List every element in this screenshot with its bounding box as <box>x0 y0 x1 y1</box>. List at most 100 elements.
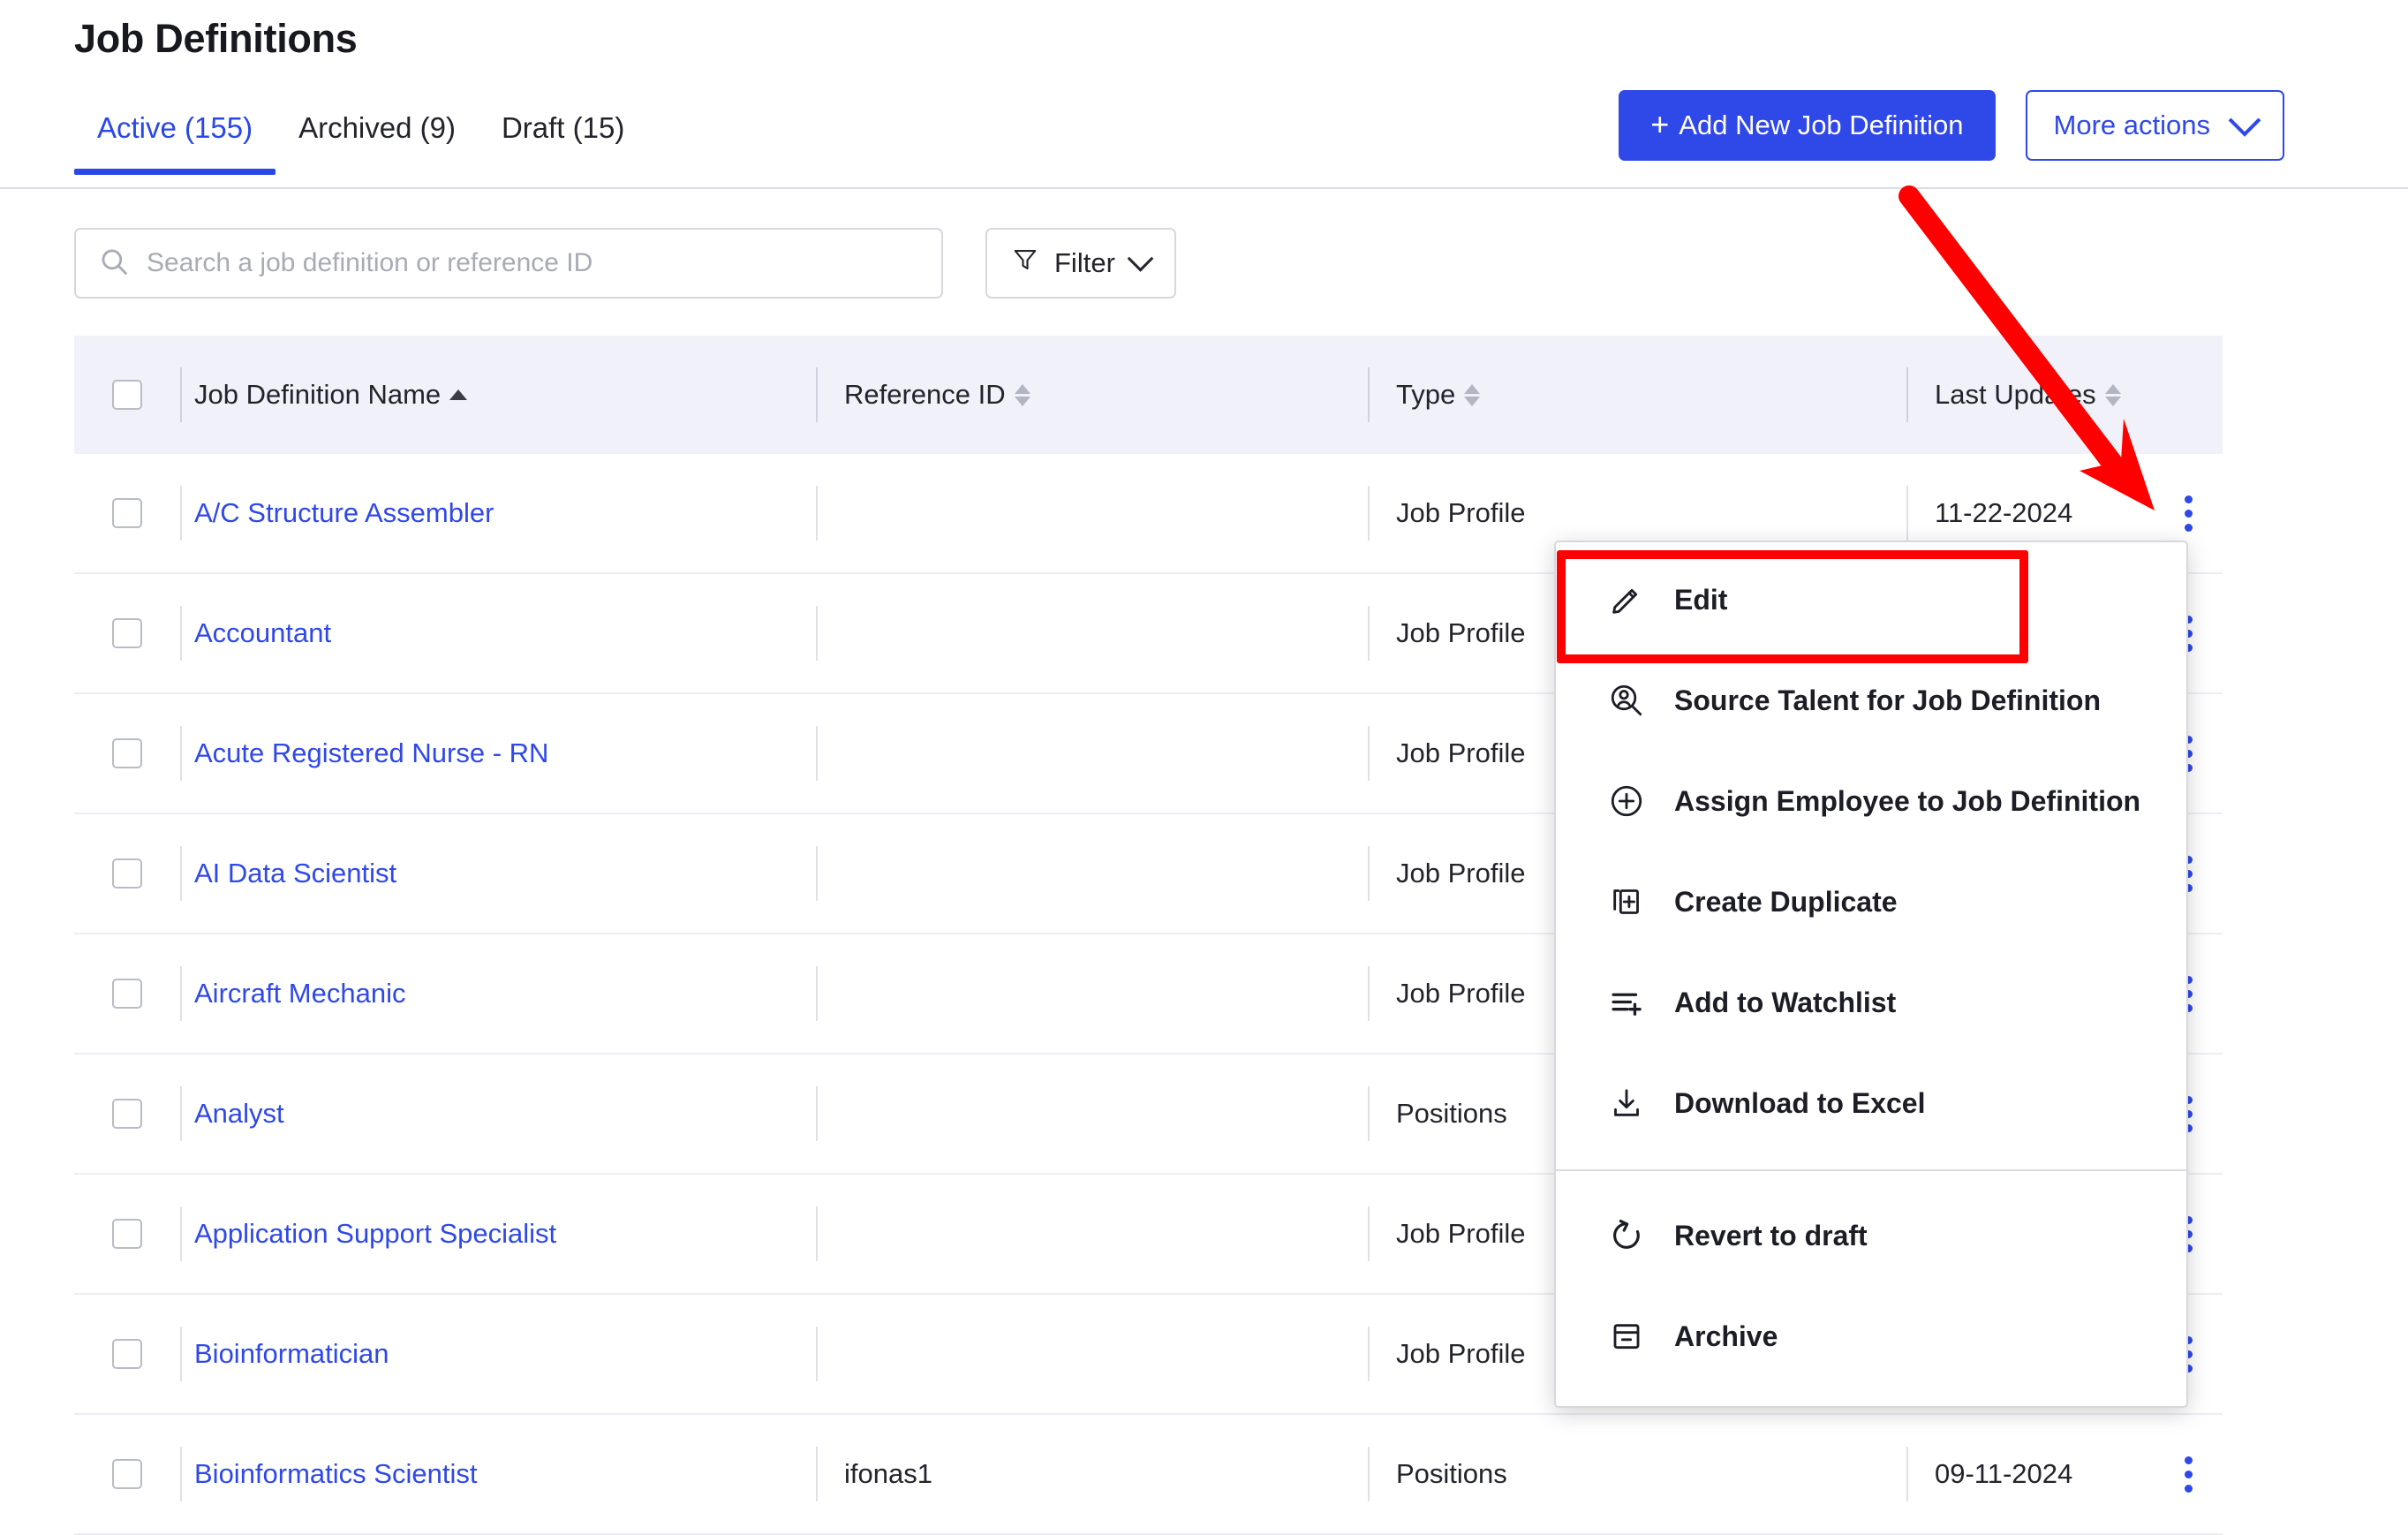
search-row: Filter <box>74 228 1176 299</box>
row-reference-cell: ifonas1 <box>816 1447 1368 1501</box>
row-select-cell <box>74 1339 180 1369</box>
select-all-cell <box>74 380 180 410</box>
menu-item-edit[interactable]: Edit <box>1556 549 2186 650</box>
job-definition-link[interactable]: Bioinformatician <box>194 1338 389 1370</box>
list-add-icon <box>1607 983 1646 1022</box>
tab-draft[interactable]: Draft (15) <box>479 97 647 175</box>
filter-button[interactable]: Filter <box>985 228 1176 299</box>
row-name-cell: Bioinformatics Scientist <box>180 1447 816 1501</box>
sort-icon <box>2104 383 2121 406</box>
row-name-cell: Acute Registered Nurse - RN <box>180 726 816 781</box>
row-name-cell: Application Support Specialist <box>180 1206 816 1261</box>
job-definition-link[interactable]: Acute Registered Nurse - RN <box>194 737 548 769</box>
menu-item-revert-to-draft-label: Revert to draft <box>1674 1219 1868 1251</box>
job-definition-link[interactable]: A/C Structure Assembler <box>194 497 494 529</box>
sort-ascending-icon <box>449 389 468 400</box>
row-reference-cell <box>816 966 1368 1021</box>
menu-item-archive[interactable]: Archive <box>1556 1286 2186 1387</box>
row-checkbox[interactable] <box>112 1219 142 1249</box>
menu-item-create-duplicate[interactable]: Create Duplicate <box>1556 851 2186 952</box>
menu-item-assign-employee-label: Assign Employee to Job Definition <box>1674 784 2141 817</box>
job-definition-link[interactable]: Application Support Specialist <box>194 1218 556 1250</box>
column-header-name[interactable]: Job Definition Name <box>194 379 468 411</box>
row-actions-kebab-icon[interactable] <box>2172 490 2205 537</box>
job-definition-link[interactable]: Bioinformatics Scientist <box>194 1458 477 1490</box>
column-header-last-updates[interactable]: Last Updates <box>1935 379 2121 411</box>
filter-icon <box>1012 246 1038 280</box>
row-checkbox[interactable] <box>112 1339 142 1369</box>
table-header-row: Job Definition Name Reference ID Type La… <box>74 336 2223 454</box>
row-select-cell <box>74 858 180 888</box>
job-definition-link[interactable]: Aircraft Mechanic <box>194 978 405 1009</box>
row-name-cell: Analyst <box>180 1086 816 1141</box>
menu-item-source-talent[interactable]: Source Talent for Job Definition <box>1556 650 2186 751</box>
table-row: Bioinformatics Scientist ifonas1 Positions… <box>74 1415 2223 1535</box>
menu-item-assign-employee[interactable]: Assign Employee to Job Definition <box>1556 751 2186 851</box>
menu-item-download-to-excel-label: Download to Excel <box>1674 1086 1926 1119</box>
row-checkbox[interactable] <box>112 498 142 528</box>
row-actions-kebab-icon[interactable] <box>2172 1451 2205 1498</box>
row-name-cell: A/C Structure Assembler <box>180 486 816 541</box>
column-header-type-cell: Type <box>1368 367 1906 422</box>
row-last-updates-cell: 11-22-2024 <box>1906 486 2223 541</box>
column-header-reference-id[interactable]: Reference ID <box>844 379 1030 411</box>
row-reference-cell <box>816 1327 1368 1381</box>
column-header-reference-cell: Reference ID <box>816 367 1368 422</box>
type-value: Job Profile <box>1396 737 1526 768</box>
row-reference-cell <box>816 486 1368 541</box>
menu-item-add-to-watchlist-label: Add to Watchlist <box>1674 986 1897 1018</box>
row-select-cell <box>74 1219 180 1249</box>
plus-circle-icon <box>1607 782 1646 820</box>
menu-item-source-talent-label: Source Talent for Job Definition <box>1674 684 2101 716</box>
search-box[interactable] <box>74 228 943 299</box>
header-actions: + Add New Job Definition More actions <box>1619 90 2284 161</box>
select-all-checkbox[interactable] <box>112 380 142 410</box>
tab-archived[interactable]: Archived (9) <box>276 97 479 175</box>
row-type-cell: Positions <box>1368 1447 1906 1501</box>
row-checkbox[interactable] <box>112 1459 142 1489</box>
menu-item-revert-to-draft[interactable]: Revert to draft <box>1556 1185 2186 1286</box>
more-actions-button[interactable]: More actions <box>2025 90 2284 161</box>
row-checkbox[interactable] <box>112 858 142 888</box>
type-value: Job Profile <box>1396 978 1526 1009</box>
column-header-name-label: Job Definition Name <box>194 379 442 410</box>
menu-divider <box>1556 1169 2186 1171</box>
row-checkbox[interactable] <box>112 738 142 768</box>
search-input[interactable] <box>145 247 918 279</box>
menu-item-download-to-excel[interactable]: Download to Excel <box>1556 1053 2186 1153</box>
reference-id-value: ifonas1 <box>844 1458 932 1489</box>
type-value: Job Profile <box>1396 497 1526 528</box>
more-actions-label: More actions <box>2053 110 2210 140</box>
type-value: Job Profile <box>1396 1218 1526 1249</box>
menu-item-archive-label: Archive <box>1674 1319 1778 1352</box>
row-reference-cell <box>816 726 1368 781</box>
column-header-type[interactable]: Type <box>1396 379 1481 411</box>
duplicate-icon <box>1607 882 1646 921</box>
search-icon <box>99 246 129 281</box>
page-title: Job Definitions <box>74 16 358 61</box>
column-header-name-cell: Job Definition Name <box>180 367 816 422</box>
last-updates-value: 09-11-2024 <box>1935 1458 2073 1489</box>
menu-item-edit-label: Edit <box>1674 583 1728 616</box>
row-name-cell: Bioinformatician <box>180 1327 816 1381</box>
column-header-reference-id-label: Reference ID <box>844 379 1006 410</box>
row-checkbox[interactable] <box>112 618 142 648</box>
job-definition-link[interactable]: Accountant <box>194 617 331 649</box>
column-header-last-updates-label: Last Updates <box>1935 379 2096 410</box>
tab-active[interactable]: Active (155) <box>74 97 276 175</box>
job-definition-link[interactable]: Analyst <box>194 1098 284 1130</box>
row-select-cell <box>74 979 180 1009</box>
row-checkbox[interactable] <box>112 1099 142 1129</box>
menu-item-add-to-watchlist[interactable]: Add to Watchlist <box>1556 952 2186 1053</box>
row-select-cell <box>74 738 180 768</box>
tab-list: Active (155) Archived (9) Draft (15) <box>74 97 647 175</box>
type-value: Job Profile <box>1396 858 1526 888</box>
pencil-icon <box>1607 580 1646 619</box>
row-reference-cell <box>816 606 1368 661</box>
add-new-job-definition-button[interactable]: + Add New Job Definition <box>1619 90 1996 161</box>
row-action-menu: Edit Source Talent for Job Definition As… <box>1554 541 2188 1408</box>
row-checkbox[interactable] <box>112 979 142 1009</box>
download-icon <box>1607 1084 1646 1123</box>
person-search-icon <box>1607 681 1646 720</box>
job-definition-link[interactable]: AI Data Scientist <box>194 858 396 889</box>
